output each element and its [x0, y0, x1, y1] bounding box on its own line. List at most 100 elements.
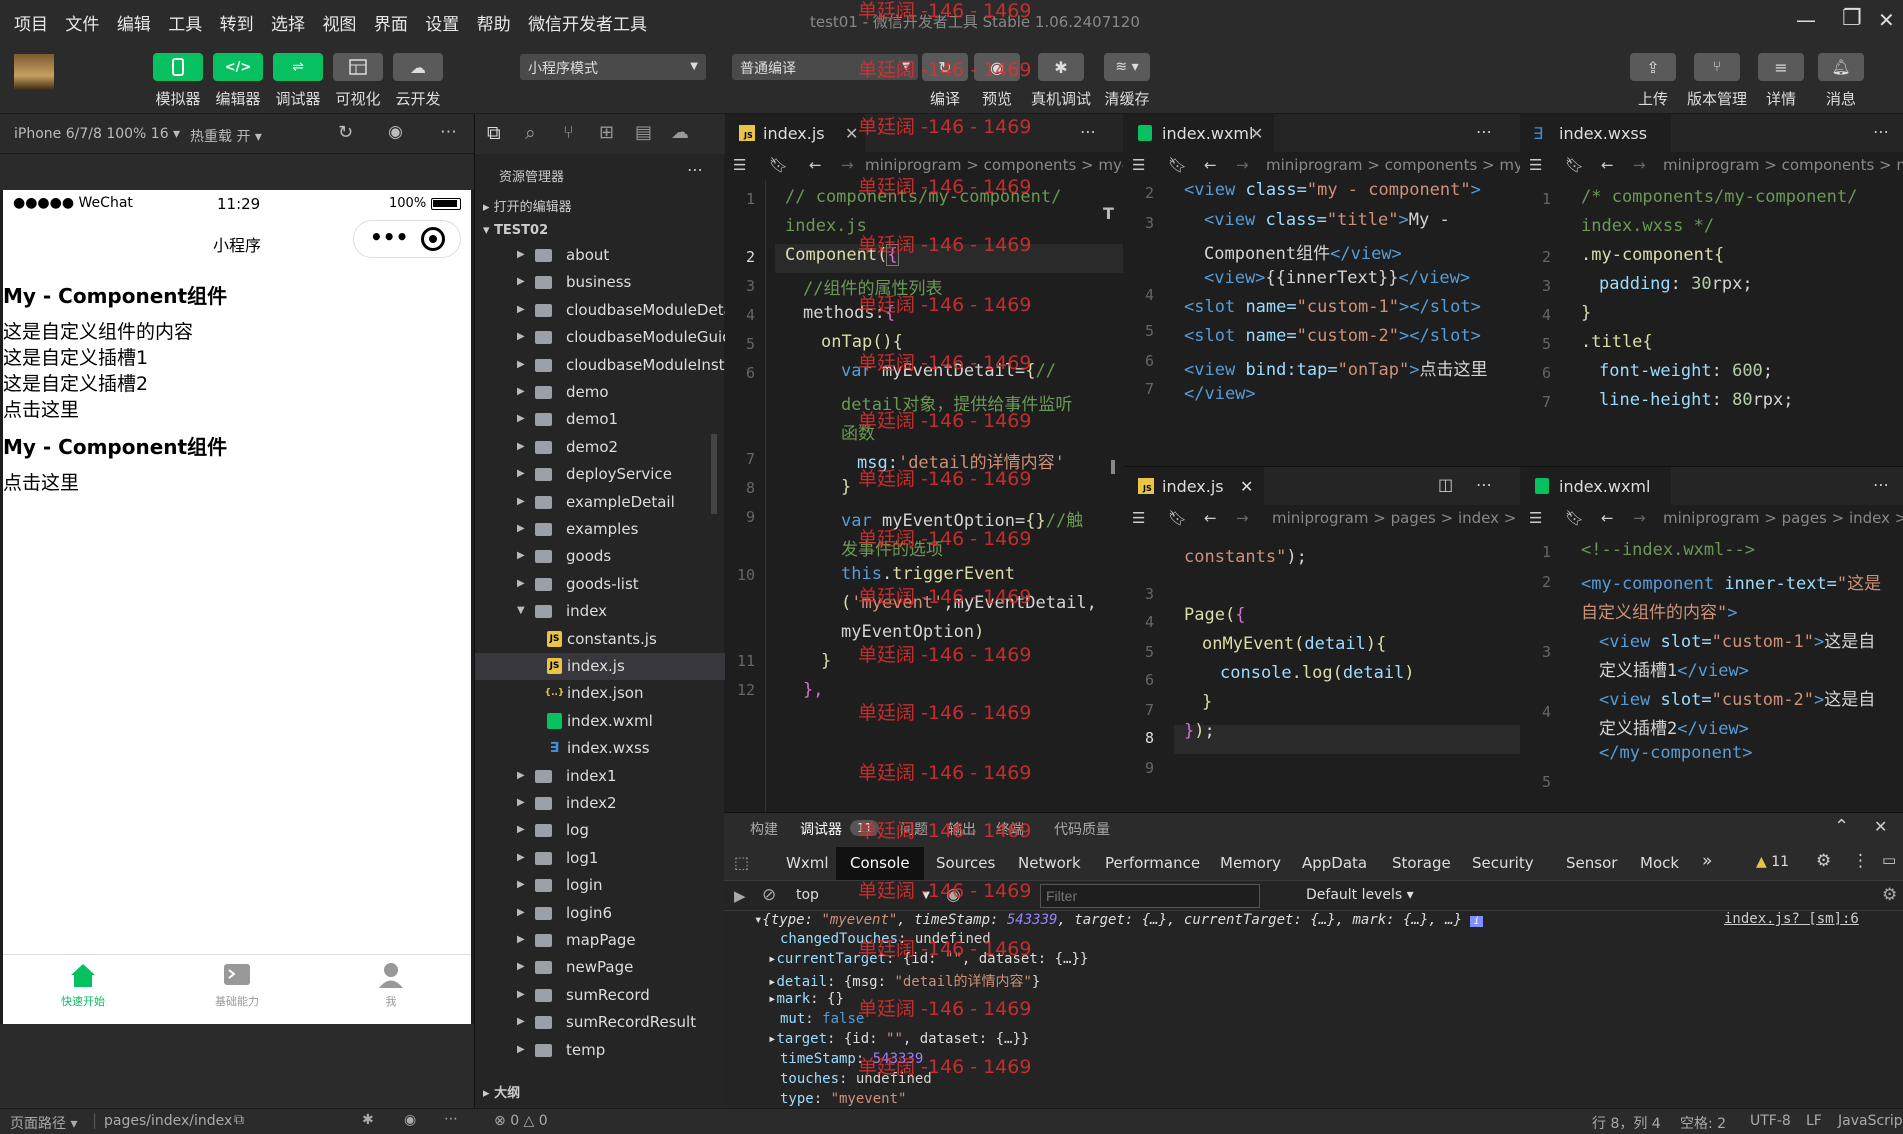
messages-button[interactable]: 🔔︎ [1818, 53, 1864, 81]
console-log-line[interactable]: ▸currentTarget: {id: "", dataset: {…}} [768, 951, 1088, 967]
warning-icon[interactable]: ▲ 11 [1756, 854, 1789, 870]
more-panels-icon[interactable]: » [1702, 851, 1712, 871]
list-icon[interactable]: ☰ [1529, 509, 1542, 527]
minimize-icon[interactable]: — [1796, 8, 1816, 32]
more-icon[interactable]: ⋯ [1476, 122, 1492, 141]
line-ending[interactable]: LF [1806, 1113, 1822, 1129]
tab-index-js[interactable]: JS index.js ✕ [725, 114, 865, 152]
menu-item-goto[interactable]: 转到 [220, 15, 254, 35]
clear-cache-button[interactable]: ≋ ▾ [1104, 53, 1150, 81]
open-editors-section[interactable]: ▸ 打开的编辑器 [483, 196, 572, 215]
avatar[interactable] [14, 54, 54, 90]
chevron-right-icon[interactable]: ▶ [517, 879, 525, 890]
project-section[interactable]: ▾ TEST02 [483, 223, 548, 238]
chevron-right-icon[interactable]: ▶ [517, 386, 525, 397]
tree-item[interactable]: ▶ deployService [475, 461, 725, 488]
clear-console-icon[interactable]: ⊘ [762, 885, 776, 905]
tree-item[interactable]: ▶ demo [475, 379, 725, 406]
device-select[interactable]: iPhone 6/7/8 100% 16 ▾ [14, 126, 180, 142]
indentation[interactable]: 空格: 2 [1680, 1113, 1726, 1133]
tree-item[interactable]: ▶ sumRecordResult [475, 1009, 725, 1036]
chevron-right-icon[interactable]: ▶ [517, 797, 525, 808]
context-select[interactable]: top ▼ [788, 884, 938, 908]
details-button[interactable]: ≡ [1758, 53, 1804, 81]
version-button[interactable]: ⑂ [1694, 53, 1740, 81]
more-dots-icon[interactable]: ••• [370, 225, 408, 249]
close-icon[interactable]: ✕ [1878, 8, 1895, 32]
tree-item[interactable]: ▶ cloudbaseModuleInst... [475, 352, 725, 379]
tree-item[interactable]: ▼ index [475, 598, 725, 625]
tree-item[interactable]: ▶ exampleDetail [475, 489, 725, 516]
back-icon[interactable]: ← [1204, 156, 1217, 174]
menu-item-file[interactable]: 文件 [65, 15, 99, 35]
rotate-icon[interactable]: ↻ [338, 122, 353, 143]
console-log-line[interactable]: ▸target: {id: "", dataset: {…}} [768, 1031, 1029, 1047]
more-icon[interactable]: ⋯ [444, 1111, 458, 1127]
chevron-down-icon[interactable]: ▼ [517, 605, 525, 616]
tree-item[interactable]: ▶ demo1 [475, 406, 725, 433]
chevron-right-icon[interactable]: ▶ [517, 770, 525, 781]
panel-memory[interactable]: Memory [1220, 854, 1281, 872]
back-icon[interactable]: ← [1601, 156, 1614, 174]
compile-button[interactable]: ↻ [922, 53, 968, 81]
tree-item[interactable]: ▶ business [475, 269, 725, 296]
eye-icon[interactable]: ◉ [946, 885, 961, 905]
tree-item[interactable]: ▶ cloudbaseModuleGuide [475, 324, 725, 351]
more-icon[interactable]: ⋯ [1873, 475, 1889, 494]
tree-item[interactable]: ▶ mapPage [475, 927, 725, 954]
tree-item[interactable]: {..} index.json [475, 680, 725, 707]
tab-index-wxss[interactable]: ∃ index.wxss [1521, 114, 1671, 152]
hot-reload-toggle[interactable]: 热重载 开 ▾ [190, 126, 262, 146]
more-icon[interactable]: ⋯ [440, 122, 457, 142]
visual-button[interactable] [333, 53, 383, 81]
tab-index-wxml[interactable]: index.wxml ✕ [1124, 114, 1274, 152]
tree-item[interactable]: index.wxml [475, 708, 725, 735]
console-filter-input[interactable] [1040, 884, 1260, 908]
tab-terminal[interactable]: 终端 [996, 819, 1024, 839]
tree-item[interactable]: ▶ newPage [475, 954, 725, 981]
source-link[interactable]: index.js? [sm]:6 [1724, 911, 1859, 927]
bookmark-icon[interactable]: 🔖︎ [1168, 156, 1187, 174]
tree-item[interactable]: ▶ about [475, 242, 725, 269]
cursor-position[interactable]: 行 8，列 4 [1592, 1113, 1661, 1133]
menu-item-select[interactable]: 选择 [271, 15, 305, 35]
tree-item[interactable]: JS constants.js [475, 626, 725, 653]
tab-quick-start[interactable]: 快速开始 [43, 961, 123, 1009]
error-count[interactable]: ⊗ 0 △ 0 [494, 1113, 548, 1129]
tree-item[interactable]: ▶ goods [475, 543, 725, 570]
tree-item[interactable]: ▶ examples [475, 516, 725, 543]
simulator-button[interactable] [153, 53, 203, 81]
chevron-right-icon[interactable]: ▶ [517, 523, 525, 534]
debugger-button[interactable]: ⇌ [273, 53, 323, 81]
chevron-up-icon[interactable]: ⌃ [1834, 816, 1849, 837]
forward-icon[interactable]: → [841, 156, 854, 174]
sidebar-toggle-icon[interactable]: ▶︎ [734, 887, 746, 905]
tab-basic[interactable]: 基础能力 [197, 961, 277, 1009]
tree-item[interactable]: ▶ cloudbaseModuleDetail [475, 297, 725, 324]
chevron-right-icon[interactable]: ▶ [517, 852, 525, 863]
close-panel-icon[interactable]: ✕ [1874, 817, 1887, 836]
console-log-line[interactable]: ▸detail: {msg: "detail的详情内容"} [768, 971, 1040, 991]
tree-item[interactable]: ▶ temp [475, 1037, 725, 1062]
menu-item-settings[interactable]: 设置 [425, 15, 459, 35]
layout-icon[interactable]: ▤ [635, 122, 652, 143]
bug-icon[interactable]: ✱ [362, 1112, 374, 1128]
mode-select[interactable]: 小程序模式 ▼ [520, 54, 706, 80]
tab-index-wxml[interactable]: index.wxml [1521, 467, 1671, 505]
chevron-right-icon[interactable]: ▶ [517, 989, 525, 1000]
chevron-right-icon[interactable]: ▶ [517, 907, 525, 918]
tab-index-js[interactable]: JS index.js ✕ [1124, 467, 1264, 505]
chevron-right-icon[interactable]: ▶ [517, 1016, 525, 1027]
cloud-icon[interactable]: ☁ [671, 122, 689, 143]
close-tab-icon[interactable]: ✕ [845, 124, 858, 143]
back-icon[interactable]: ← [1601, 509, 1614, 527]
tree-item[interactable]: ▶ log [475, 817, 725, 844]
editor-button[interactable]: </> [213, 53, 263, 81]
tree-item[interactable]: ▶ demo2 [475, 434, 725, 461]
tab-debugger[interactable]: 调试器 [800, 819, 842, 839]
chevron-right-icon[interactable]: ▶ [517, 413, 525, 424]
panel-network[interactable]: Network [1018, 854, 1081, 872]
menu-item-tools[interactable]: 工具 [168, 15, 202, 35]
stop-icon[interactable]: ◉ [388, 122, 403, 142]
chevron-right-icon[interactable]: ▶ [517, 824, 525, 835]
